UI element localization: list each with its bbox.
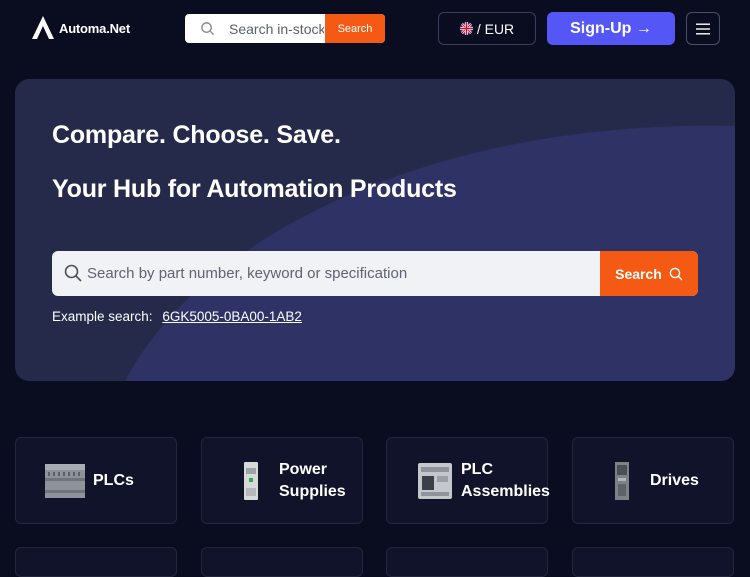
plc-assembly-icon: [416, 461, 453, 501]
category-label: Drives: [650, 471, 699, 489]
hero-search: Search: [52, 251, 698, 296]
plc-icon: [45, 461, 85, 501]
hamburger-icon: [696, 23, 710, 34]
search-icon: [201, 22, 215, 36]
hero-search-button[interactable]: Search: [600, 251, 698, 296]
category-label: Power Supplies: [279, 460, 346, 500]
hero-search-input[interactable]: [87, 251, 587, 296]
menu-button[interactable]: [686, 12, 720, 45]
search-icon: [64, 264, 82, 282]
hero-search-button-label: Search: [615, 265, 662, 282]
category-card-power-supplies[interactable]: Power Supplies: [201, 437, 363, 524]
signup-label: Sign-Up →: [570, 19, 652, 37]
category-card[interactable]: [572, 547, 734, 577]
power-supply-icon: [231, 461, 271, 501]
drive-icon: [602, 461, 642, 501]
hero-headline: Compare. Choose. Save.: [52, 121, 341, 149]
top-navigation: Automa.Net Search / EUR Sign-Up →: [0, 0, 750, 60]
category-card-plcs[interactable]: PLCs: [15, 437, 177, 524]
hero-section: Compare. Choose. Save. Your Hub for Auto…: [15, 79, 735, 381]
example-search-link[interactable]: 6GK5005-0BA00-1AB2: [162, 309, 302, 324]
brand-name: Automa.Net: [59, 20, 130, 36]
header-search-button[interactable]: Search: [325, 14, 385, 43]
category-card-drives[interactable]: Drives: [572, 437, 734, 524]
category-card[interactable]: [15, 547, 177, 577]
brand-logo-icon: [32, 16, 54, 39]
header-search: Search: [185, 14, 385, 43]
category-card[interactable]: [386, 547, 548, 577]
currency-selector[interactable]: / EUR: [438, 12, 536, 45]
example-search-label: Example search:: [52, 309, 153, 324]
header-search-input[interactable]: [229, 14, 324, 43]
signup-button[interactable]: Sign-Up →: [547, 12, 675, 45]
category-card[interactable]: [201, 547, 363, 577]
hero-subheadline: Your Hub for Automation Products: [52, 175, 457, 203]
category-card-plc-assemblies[interactable]: PLC Assemblies: [386, 437, 550, 524]
currency-label: / EUR: [476, 20, 515, 37]
example-search: Example search: 6GK5005-0BA00-1AB2: [52, 309, 302, 324]
uk-flag-icon: [459, 22, 473, 35]
category-label: PLCs: [93, 471, 134, 489]
search-icon: [669, 267, 683, 280]
category-label: PLC Assemblies: [461, 460, 550, 500]
brand-logo[interactable]: Automa.Net: [31, 15, 130, 41]
